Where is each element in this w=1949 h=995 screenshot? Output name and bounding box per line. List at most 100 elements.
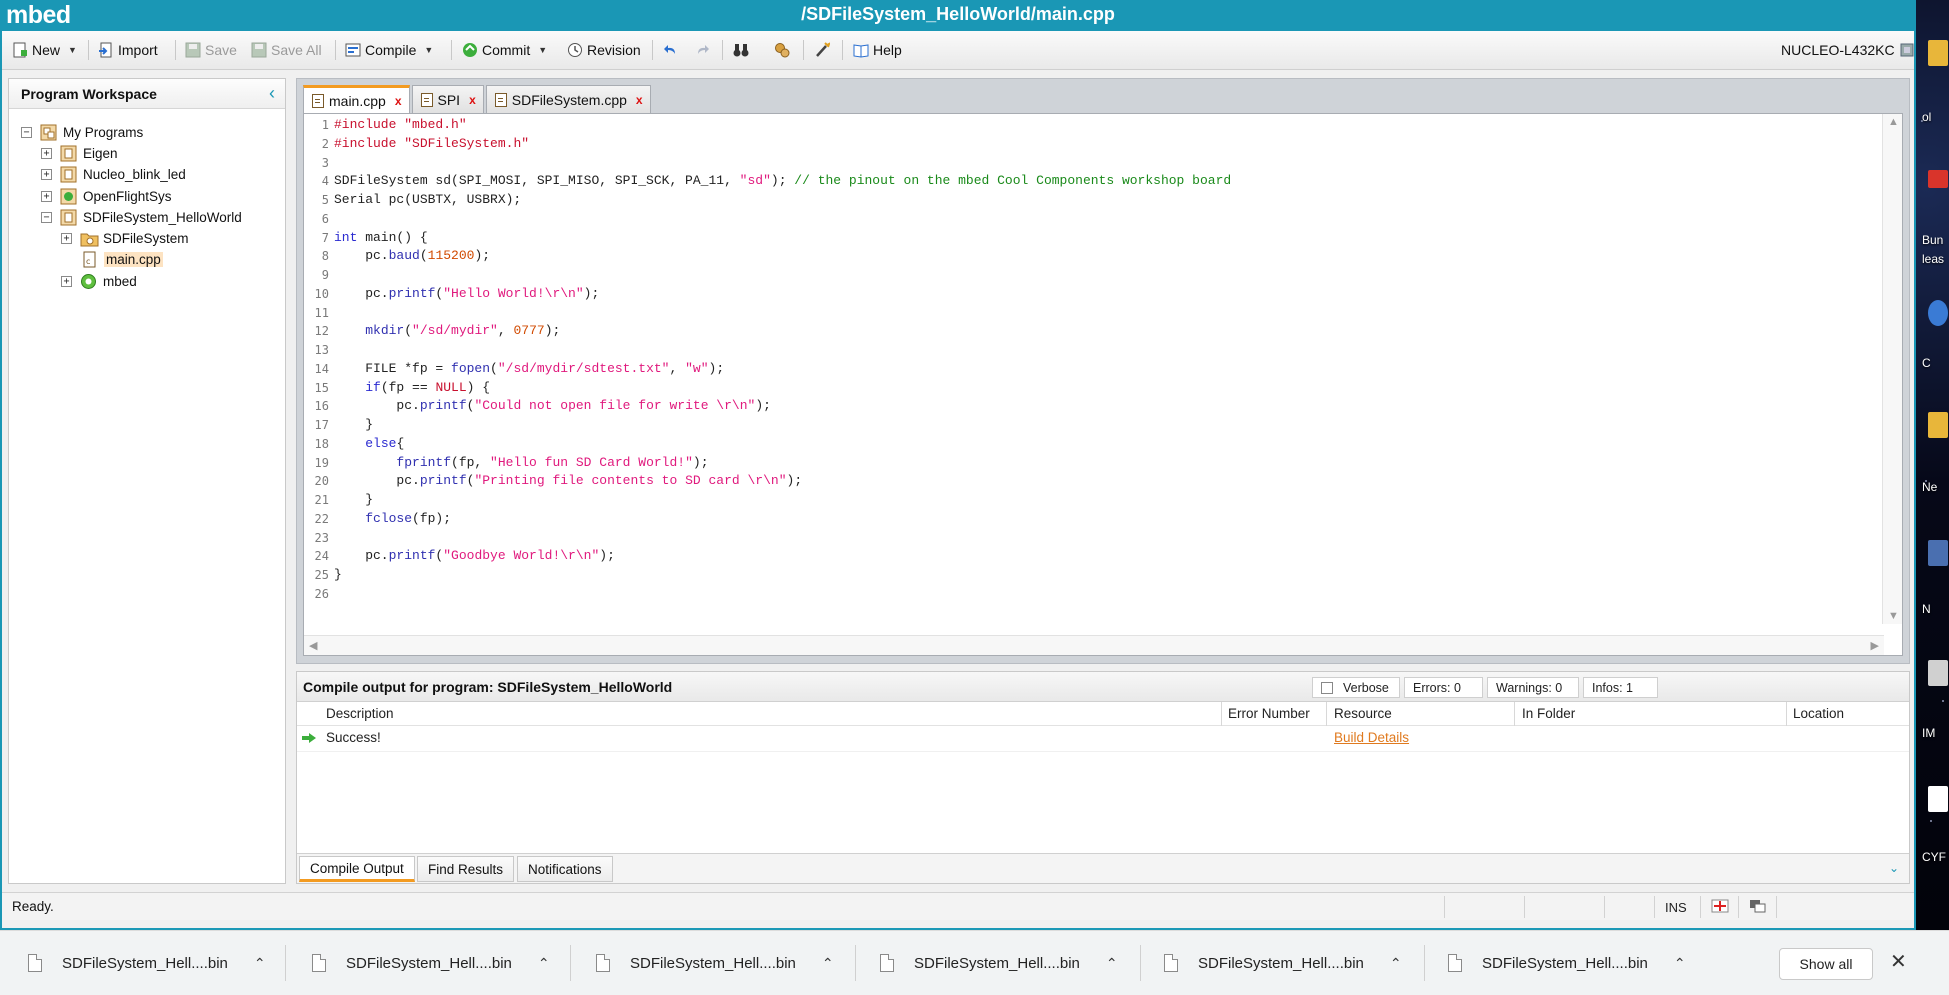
tree-item-nucleo-blink-led[interactable]: + Nucleo_blink_led bbox=[41, 164, 186, 185]
code-line[interactable]: #include "mbed.h" bbox=[334, 116, 1874, 135]
code-line[interactable]: if(fp == NULL) { bbox=[334, 379, 1874, 398]
download-item[interactable]: SDFileSystem_Hell....bin ⌃ bbox=[880, 943, 1118, 983]
close-icon[interactable]: x bbox=[395, 94, 402, 108]
tab-compile-output[interactable]: Compile Output bbox=[299, 856, 415, 882]
undo-button[interactable] bbox=[663, 39, 679, 61]
import-button[interactable]: Import bbox=[98, 39, 158, 61]
desktop-folder-icon[interactable] bbox=[1928, 412, 1948, 438]
save-button[interactable]: Save bbox=[185, 39, 237, 61]
desktop-app-icon[interactable] bbox=[1928, 170, 1948, 188]
expand-toggle[interactable]: + bbox=[41, 191, 52, 202]
scroll-up-icon[interactable]: ▲ bbox=[1888, 116, 1899, 128]
tab-sdfilesystem-cpp[interactable]: SDFileSystem.cpp x bbox=[485, 85, 651, 113]
column-header[interactable]: Description bbox=[326, 706, 394, 721]
close-icon[interactable]: ✕ bbox=[1890, 949, 1907, 974]
chevron-left-icon[interactable]: ‹ bbox=[269, 83, 275, 104]
chevron-down-icon[interactable]: ▼ bbox=[424, 45, 433, 55]
code-line[interactable] bbox=[334, 304, 1874, 323]
code-line[interactable]: pc.printf("Hello World!\r\n"); bbox=[334, 285, 1874, 304]
scroll-left-icon[interactable]: ◀ bbox=[309, 639, 317, 652]
tree-item-sdfilesystem-library[interactable]: + SDFileSystem bbox=[61, 228, 189, 249]
code-line[interactable]: else{ bbox=[334, 435, 1874, 454]
target-selector[interactable]: NUCLEO-L432KC bbox=[1781, 39, 1915, 61]
chevron-up-icon[interactable]: ⌃ bbox=[538, 955, 550, 972]
chevron-up-icon[interactable]: ⌃ bbox=[254, 955, 266, 972]
code-line[interactable]: pc.printf("Could not open file for write… bbox=[334, 397, 1874, 416]
verbose-checkbox[interactable]: Verbose bbox=[1312, 677, 1400, 698]
horizontal-scrollbar[interactable]: ◀ ▶ bbox=[304, 635, 1884, 655]
code-line[interactable]: mkdir("/sd/mydir", 0777); bbox=[334, 322, 1874, 341]
column-header[interactable]: Location bbox=[1793, 706, 1844, 721]
code-line[interactable]: pc.printf("Goodbye World!\r\n"); bbox=[334, 547, 1874, 566]
desktop-file-icon[interactable] bbox=[1928, 540, 1948, 566]
download-item[interactable]: SDFileSystem_Hell....bin ⌃ bbox=[1448, 943, 1686, 983]
code-line[interactable]: FILE *fp = fopen("/sd/mydir/sdtest.txt",… bbox=[334, 360, 1874, 379]
save-all-button[interactable]: Save All bbox=[251, 39, 322, 61]
commit-button[interactable]: Commit ▼ bbox=[462, 39, 547, 61]
code-line[interactable] bbox=[334, 154, 1874, 173]
code-line[interactable] bbox=[334, 341, 1874, 360]
code-line[interactable]: int main() { bbox=[334, 229, 1874, 248]
chevron-down-icon[interactable]: ⌄ bbox=[1889, 861, 1899, 875]
desktop-file-icon[interactable] bbox=[1928, 786, 1948, 812]
code-lines[interactable]: #include "mbed.h" #include "SDFileSystem.… bbox=[334, 116, 1874, 604]
collapse-toggle[interactable]: − bbox=[41, 212, 52, 223]
tab-find-results[interactable]: Find Results bbox=[417, 856, 515, 882]
errors-count[interactable]: Errors: 0 bbox=[1404, 677, 1483, 698]
tree-item-eigen[interactable]: + Eigen bbox=[41, 143, 118, 164]
code-line[interactable]: fprintf(fp, "Hello fun SD Card World!"); bbox=[334, 454, 1874, 473]
warnings-count[interactable]: Warnings: 0 bbox=[1487, 677, 1579, 698]
code-line[interactable]: pc.baud(115200); bbox=[334, 247, 1874, 266]
code-line[interactable]: } bbox=[334, 416, 1874, 435]
show-all-button[interactable]: Show all bbox=[1779, 948, 1873, 980]
expand-toggle[interactable]: + bbox=[61, 276, 72, 287]
expand-toggle[interactable]: + bbox=[41, 169, 52, 180]
desktop-shortcut-icon[interactable] bbox=[1928, 300, 1948, 326]
expand-toggle[interactable]: + bbox=[61, 233, 72, 244]
close-icon[interactable]: x bbox=[469, 93, 476, 107]
code-line[interactable]: Serial pc(USBTX, USBRX); bbox=[334, 191, 1874, 210]
code-line[interactable]: pc.printf("Printing file contents to SD … bbox=[334, 472, 1874, 491]
checkbox-square[interactable] bbox=[1321, 681, 1333, 694]
download-item[interactable]: SDFileSystem_Hell....bin ⌃ bbox=[596, 943, 834, 983]
vertical-scrollbar[interactable]: ▲ ▼ bbox=[1882, 114, 1902, 624]
build-details-link[interactable]: Build Details bbox=[1334, 730, 1409, 745]
code-line[interactable]: } bbox=[334, 491, 1874, 510]
column-header[interactable]: Resource bbox=[1334, 706, 1392, 721]
download-item[interactable]: SDFileSystem_Hell....bin ⌃ bbox=[28, 943, 266, 983]
download-item[interactable]: SDFileSystem_Hell....bin ⌃ bbox=[312, 943, 550, 983]
collapse-toggle[interactable]: − bbox=[21, 127, 32, 138]
scroll-down-icon[interactable]: ▼ bbox=[1888, 610, 1899, 622]
tree-item-mbed-library[interactable]: + mbed bbox=[61, 271, 137, 292]
code-line[interactable]: fclose(fp); bbox=[334, 510, 1874, 529]
scroll-right-icon[interactable]: ▶ bbox=[1871, 639, 1879, 652]
tree-root-my-programs[interactable]: − My Programs bbox=[21, 122, 143, 143]
column-header[interactable]: Error Number bbox=[1228, 706, 1310, 721]
close-icon[interactable]: x bbox=[636, 93, 643, 107]
code-line[interactable] bbox=[334, 585, 1874, 604]
tab-spi[interactable]: SPI x bbox=[411, 85, 484, 113]
windows-icon[interactable] bbox=[1749, 899, 1767, 916]
tree-item-openflightsys[interactable]: + OpenFlightSys bbox=[41, 186, 172, 207]
code-line[interactable] bbox=[334, 266, 1874, 285]
tab-main-cpp[interactable]: main.cpp x bbox=[303, 85, 410, 113]
code-line[interactable]: } bbox=[334, 566, 1874, 585]
tab-notifications[interactable]: Notifications bbox=[517, 856, 613, 882]
column-header[interactable]: In Folder bbox=[1522, 706, 1575, 721]
chevron-up-icon[interactable]: ⌃ bbox=[822, 955, 834, 972]
chevron-up-icon[interactable]: ⌃ bbox=[1106, 955, 1118, 972]
code-line[interactable] bbox=[334, 210, 1874, 229]
chevron-down-icon[interactable]: ▼ bbox=[68, 45, 77, 55]
download-item[interactable]: SDFileSystem_Hell....bin ⌃ bbox=[1164, 943, 1402, 983]
tree-item-main-cpp[interactable]: c main.cpp bbox=[81, 249, 163, 270]
chevron-down-icon[interactable]: ▼ bbox=[538, 45, 547, 55]
desktop-file-icon[interactable] bbox=[1928, 660, 1948, 686]
revision-button[interactable]: Revision bbox=[567, 39, 641, 61]
tree-item-sdfilesystem-helloworld[interactable]: − SDFileSystem_HelloWorld bbox=[41, 207, 242, 228]
compile-button[interactable]: Compile ▼ bbox=[345, 39, 433, 61]
code-line[interactable]: SDFileSystem sd(SPI_MOSI, SPI_MISO, SPI_… bbox=[334, 172, 1874, 191]
settings-button[interactable] bbox=[814, 39, 831, 61]
code-line[interactable]: #include "SDFileSystem.h" bbox=[334, 135, 1874, 154]
library-button[interactable] bbox=[774, 39, 790, 61]
help-button[interactable]: Help bbox=[853, 39, 902, 61]
